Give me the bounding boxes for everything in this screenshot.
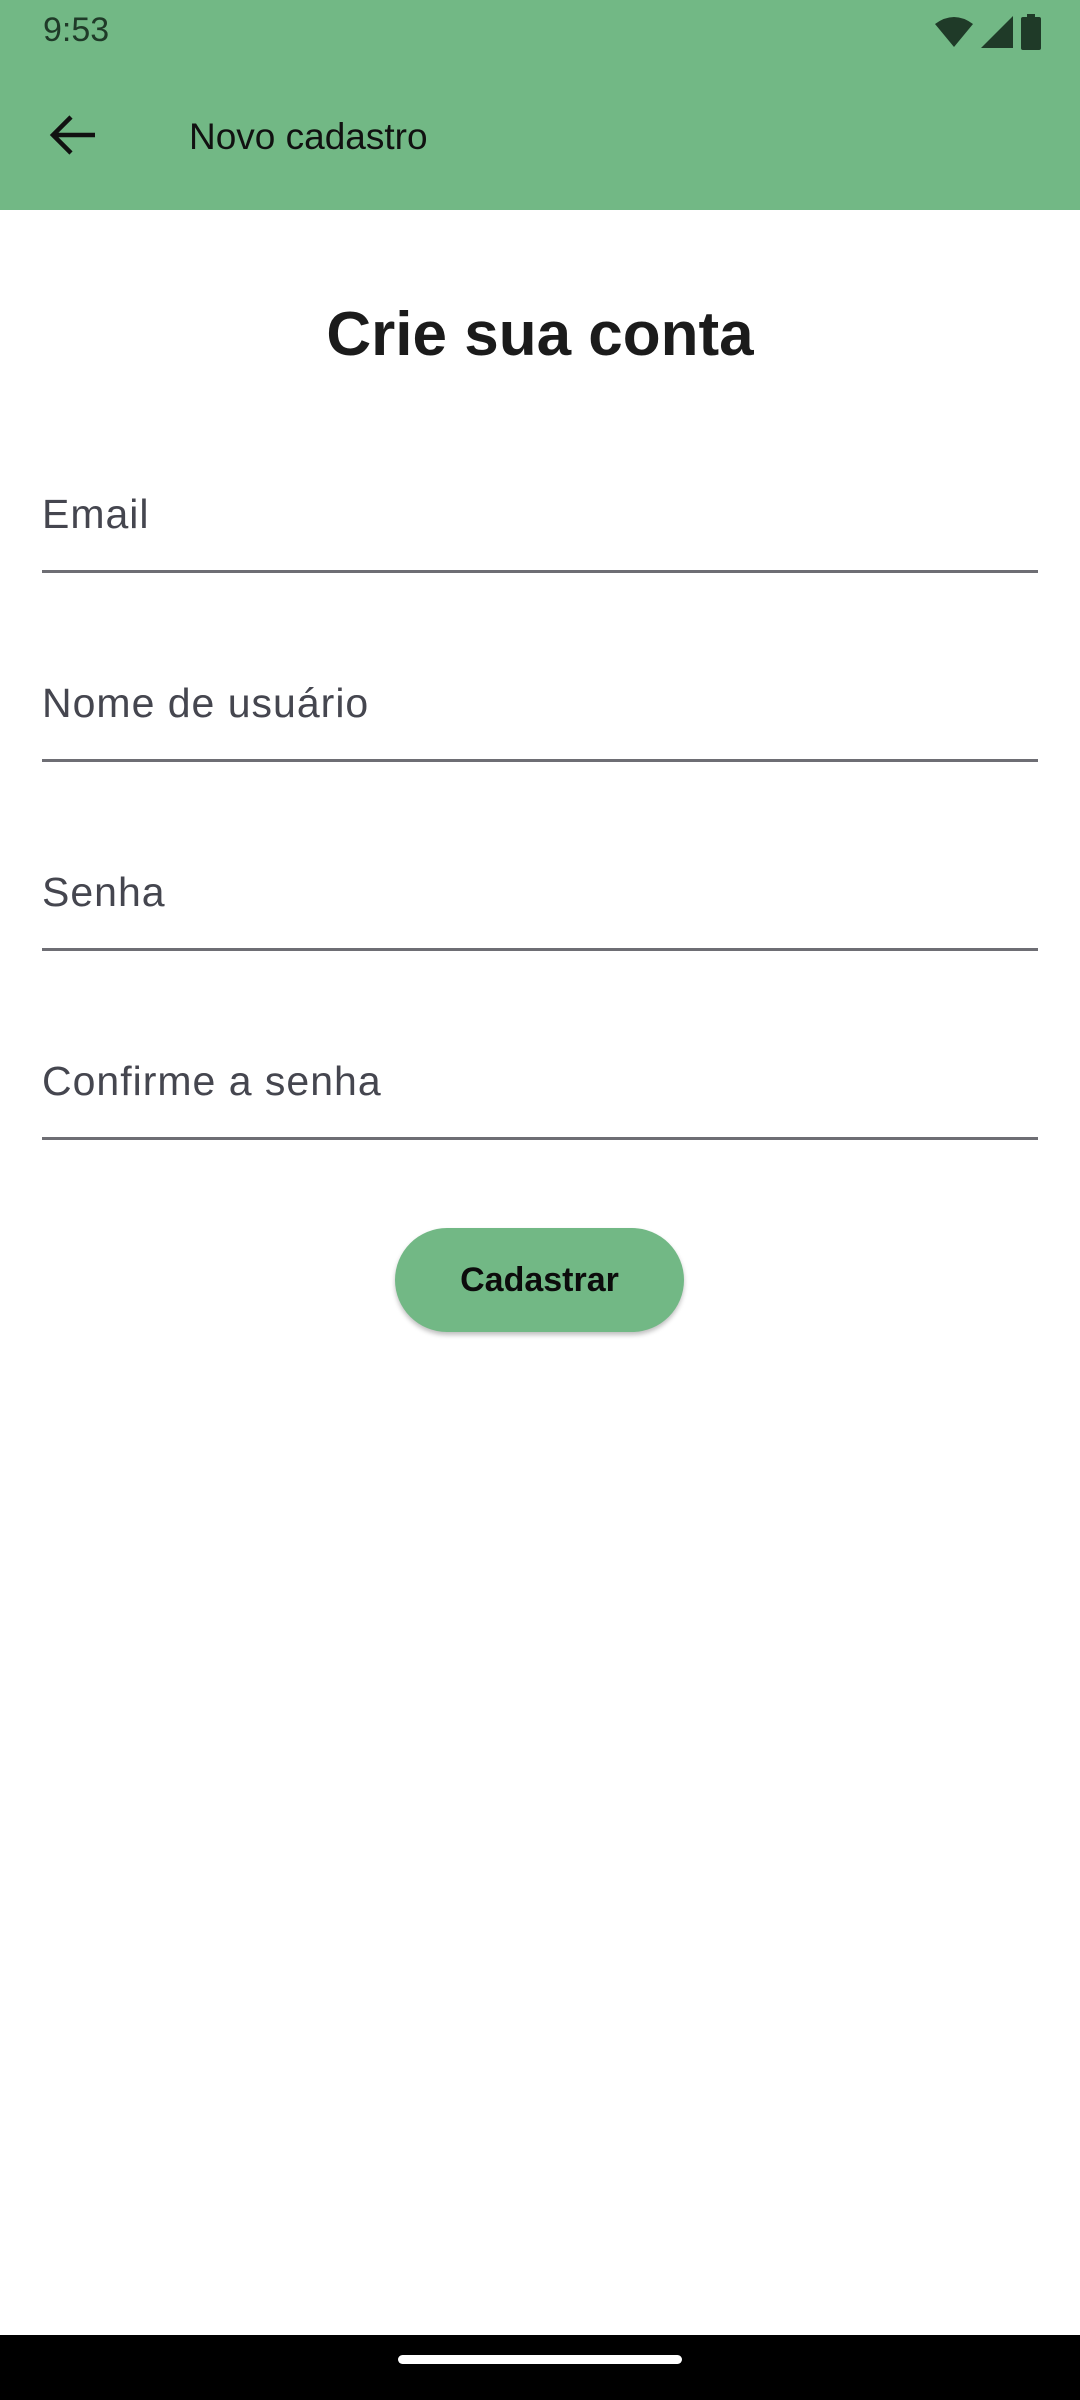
battery-icon <box>1020 14 1042 50</box>
confirm-password-field[interactable] <box>42 1025 1038 1140</box>
page-title: Crie sua conta <box>326 300 754 369</box>
wifi-icon <box>934 16 974 48</box>
status-time: 9:53 <box>43 11 110 49</box>
password-input[interactable] <box>42 836 1038 948</box>
username-field[interactable] <box>42 647 1038 762</box>
cellular-signal-icon <box>980 15 1014 49</box>
confirm-password-input[interactable] <box>42 1025 1038 1137</box>
username-input[interactable] <box>42 647 1038 759</box>
arrow-back-icon <box>49 113 97 162</box>
home-indicator[interactable] <box>398 2355 682 2364</box>
status-icons <box>934 12 1042 52</box>
navigation-bar <box>0 2335 1080 2400</box>
email-field[interactable] <box>42 458 1038 573</box>
register-button[interactable]: Cadastrar <box>395 1228 684 1332</box>
email-input[interactable] <box>42 458 1038 570</box>
back-button[interactable] <box>28 97 118 177</box>
app-bar-title: Novo cadastro <box>189 116 428 157</box>
password-field[interactable] <box>42 836 1038 951</box>
app-bar: 9:53 Novo cadastro <box>0 0 1080 210</box>
